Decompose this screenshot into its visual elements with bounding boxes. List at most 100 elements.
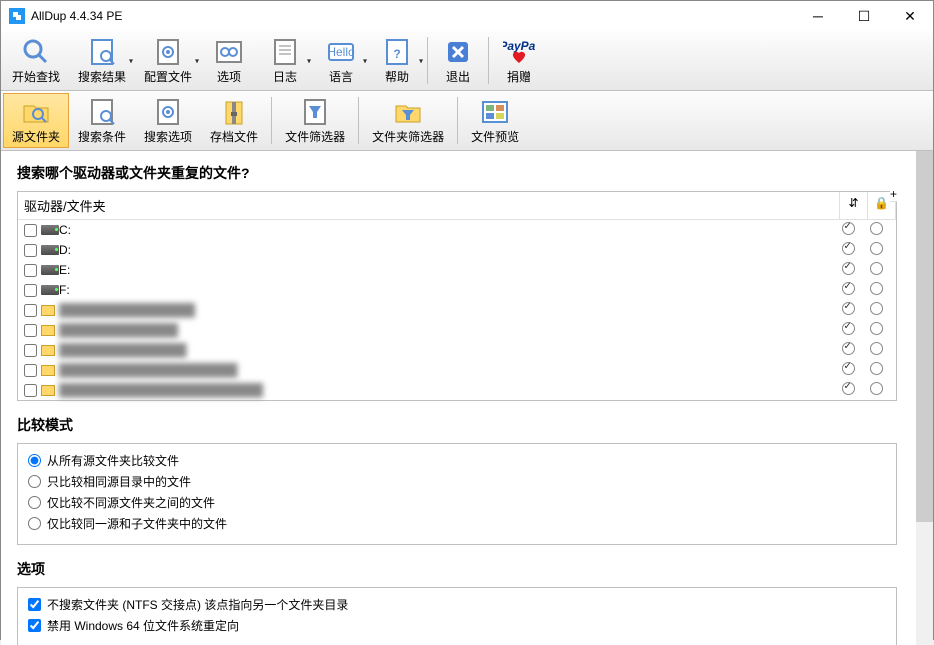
compare-option-row[interactable]: 仅比较同一源和子文件夹中的文件: [28, 513, 886, 534]
drive-checkbox[interactable]: [24, 284, 37, 297]
drive-checkbox[interactable]: [24, 344, 37, 357]
drive-checkbox[interactable]: [24, 324, 37, 337]
drive-checkbox[interactable]: [24, 384, 37, 397]
toolbar-exit-button[interactable]: 退出: [430, 33, 486, 88]
drive-row[interactable]: D:: [18, 240, 896, 260]
drive-checkbox[interactable]: [24, 264, 37, 277]
drive-table: 驱动器/文件夹 ⇵ 🔒 C: D: E: F: ████████████████…: [17, 191, 897, 401]
dropdown-arrow-icon: ▾: [129, 56, 133, 65]
toolbar-profile-button[interactable]: 配置文件▾: [135, 33, 201, 88]
close-button[interactable]: ✕: [887, 1, 933, 31]
toolbar-help-button[interactable]: ?帮助▾: [369, 33, 425, 88]
content-area: 搜索哪个驱动器或文件夹重复的文件? 驱动器/文件夹 ⇵ 🔒 C: D: E: F…: [1, 151, 933, 645]
compare-option-row[interactable]: 只比较相同源目录中的文件: [28, 471, 886, 492]
drive-row[interactable]: C:: [18, 220, 896, 240]
tab-preview-button[interactable]: 文件预览: [462, 93, 528, 148]
compare-mode-section: 从所有源文件夹比较文件只比较相同源目录中的文件仅比较不同源文件夹之间的文件仅比较…: [17, 443, 897, 545]
drive-checkbox[interactable]: [24, 304, 37, 317]
lock-radio[interactable]: [870, 282, 883, 295]
col-header-name[interactable]: 驱动器/文件夹: [18, 192, 840, 219]
include-radio[interactable]: [842, 362, 855, 375]
help-icon: ?: [381, 36, 413, 68]
toolbar-result-button[interactable]: 搜索结果▾: [69, 33, 135, 88]
lock-radio[interactable]: [870, 322, 883, 335]
compare-option-row[interactable]: 仅比较不同源文件夹之间的文件: [28, 492, 886, 513]
col-header-tree-icon[interactable]: ⇵: [840, 192, 868, 219]
window-title: AllDup 4.4.34 PE: [31, 9, 795, 23]
folder-search-icon: [20, 96, 52, 128]
lock-radio[interactable]: [870, 242, 883, 255]
tab-options2-button[interactable]: 搜索选项: [135, 93, 201, 148]
toolbar-options-button[interactable]: 选项: [201, 33, 257, 88]
main-toolbar: 开始查找搜索结果▾配置文件▾选项日志▾Hello语言▾?帮助▾退出PayPal捐…: [1, 31, 933, 91]
toolbar-log-button[interactable]: 日志 ▾: [257, 33, 313, 88]
include-radio[interactable]: [842, 262, 855, 275]
options2-icon: [152, 96, 184, 128]
drive-row[interactable]: ████████████████: [18, 300, 896, 320]
include-radio[interactable]: [842, 322, 855, 335]
drive-name-label: ████████████████: [59, 303, 834, 317]
folder-icon: [41, 365, 55, 376]
lock-radio[interactable]: [870, 382, 883, 395]
option-checkbox[interactable]: [28, 598, 41, 611]
lock-radio[interactable]: [870, 302, 883, 315]
compare-radio[interactable]: [28, 517, 41, 530]
drive-checkbox[interactable]: [24, 244, 37, 257]
options-icon: [213, 36, 245, 68]
tab-criteria-button[interactable]: 搜索条件: [69, 93, 135, 148]
preview-icon: [479, 96, 511, 128]
folder-icon: [41, 385, 55, 396]
vertical-scrollbar[interactable]: [916, 151, 933, 645]
add-folder-button[interactable]: +: [890, 187, 897, 202]
include-radio[interactable]: [842, 222, 855, 235]
include-radio[interactable]: [842, 382, 855, 395]
drive-checkbox[interactable]: [24, 364, 37, 377]
scrollbar-thumb[interactable]: [916, 151, 933, 522]
option-checkbox[interactable]: [28, 619, 41, 632]
toolbar-label: 日志: [273, 68, 297, 85]
criteria-icon: [86, 96, 118, 128]
drive-row[interactable]: ██████████████: [18, 320, 896, 340]
drive-row[interactable]: █████████████████████: [18, 360, 896, 380]
options-title: 选项: [17, 559, 917, 579]
lock-radio[interactable]: [870, 262, 883, 275]
drive-row[interactable]: ████████████████████████: [18, 380, 896, 400]
compare-radio[interactable]: [28, 454, 41, 467]
minimize-button[interactable]: ─: [795, 1, 841, 31]
search-icon: [20, 36, 52, 68]
toolbar-label: 帮助: [385, 68, 409, 85]
lock-radio[interactable]: [870, 362, 883, 375]
dropdown-arrow-icon: ▾: [307, 56, 311, 65]
include-radio[interactable]: [842, 282, 855, 295]
drive-row[interactable]: F:: [18, 280, 896, 300]
option-label: 不搜索文件夹 (NTFS 交接点) 该点指向另一个文件夹目录: [47, 596, 348, 613]
tab-file-filter-button[interactable]: 文件筛选器: [276, 93, 354, 148]
drive-checkbox[interactable]: [24, 224, 37, 237]
tab-archive-button[interactable]: 存档文件: [201, 93, 267, 148]
drive-row[interactable]: ███████████████: [18, 340, 896, 360]
tab-folder-filter-button[interactable]: 文件夹筛选器: [363, 93, 453, 148]
drive-icon: [41, 265, 59, 275]
search-question-title: 搜索哪个驱动器或文件夹重复的文件?: [17, 163, 917, 183]
option-row[interactable]: 不搜索文件夹 (NTFS 交接点) 该点指向另一个文件夹目录: [28, 594, 886, 615]
include-radio[interactable]: [842, 242, 855, 255]
include-radio[interactable]: [842, 302, 855, 315]
compare-radio[interactable]: [28, 496, 41, 509]
toolbar-label: 捐赠: [507, 68, 531, 85]
compare-option-row[interactable]: 从所有源文件夹比较文件: [28, 450, 886, 471]
maximize-button[interactable]: ☐: [841, 1, 887, 31]
include-radio[interactable]: [842, 342, 855, 355]
compare-radio[interactable]: [28, 475, 41, 488]
tab-folder-search-button[interactable]: 源文件夹: [3, 93, 69, 148]
compare-option-label: 从所有源文件夹比较文件: [47, 452, 179, 469]
toolbar-language-button[interactable]: Hello语言▾: [313, 33, 369, 88]
lock-radio[interactable]: [870, 342, 883, 355]
toolbar-search-button[interactable]: 开始查找: [3, 33, 69, 88]
toolbar-donate-button[interactable]: PayPal捐赠: [491, 33, 547, 88]
option-row[interactable]: 禁用 Windows 64 位文件系统重定向: [28, 615, 886, 636]
drive-row[interactable]: E:: [18, 260, 896, 280]
tab-toolbar: 源文件夹搜索条件搜索选项存档文件文件筛选器文件夹筛选器文件预览: [1, 91, 933, 151]
donate-icon: PayPal: [503, 36, 535, 68]
lock-radio[interactable]: [870, 222, 883, 235]
drive-name-label: F:: [59, 283, 834, 297]
